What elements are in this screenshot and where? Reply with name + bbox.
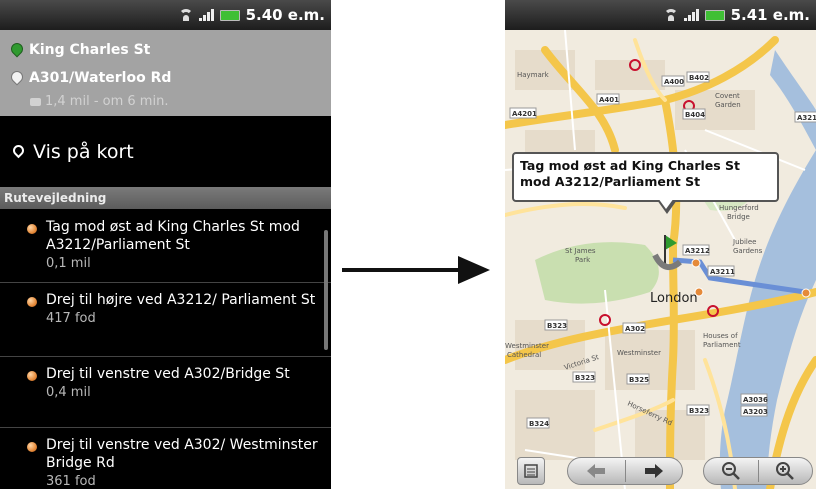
- signal-icon: [198, 9, 214, 21]
- scrollbar[interactable]: [324, 230, 328, 350]
- route-end-label: A301/Waterloo Rd: [29, 70, 172, 86]
- step-bullet-icon: [27, 224, 37, 234]
- step-text: Drej til højre ved A3212/ Parliament St: [46, 292, 316, 308]
- route-end: A301/Waterloo Rd: [10, 70, 171, 86]
- directions-list: Tag mod øst ad King Charles St mod A3212…: [0, 210, 331, 489]
- svg-text:Westminster: Westminster: [617, 349, 661, 357]
- svg-text:Hungerford: Hungerford: [719, 204, 759, 212]
- callout-text: Tag mod øst ad King Charles St mod A3212…: [520, 158, 741, 189]
- show-on-map-button[interactable]: Vis på kort: [0, 117, 331, 187]
- svg-text:Bridge: Bridge: [727, 213, 750, 221]
- map-canvas: A400 B402 A401 B404 A4201 A3212 A3211 A3…: [505, 30, 816, 489]
- zoom-out-button[interactable]: [704, 458, 758, 484]
- step-text: Drej til venstre ved A302/Bridge St: [46, 366, 290, 382]
- directions-section-header: Rutevejledning: [0, 187, 331, 209]
- car-icon: [30, 97, 41, 106]
- svg-text:A3211: A3211: [710, 268, 735, 276]
- end-pin-icon: [10, 71, 22, 86]
- previous-step-button[interactable]: [568, 458, 625, 484]
- zoom-controls: [703, 457, 813, 485]
- svg-text:B323: B323: [689, 407, 709, 415]
- svg-text:Garden: Garden: [715, 101, 741, 109]
- svg-text:A3203: A3203: [743, 408, 768, 416]
- route-meta: 1,4 mil - om 6 min.: [30, 94, 168, 109]
- arrow-right-icon: [644, 464, 663, 478]
- list-view-button[interactable]: [517, 457, 545, 485]
- direction-step[interactable]: Tag mod øst ad King Charles St mod A3212…: [0, 210, 331, 283]
- svg-text:Jubilee: Jubilee: [732, 238, 756, 246]
- directions-screen: 5.40 e.m. King Charles St A301/Waterloo …: [0, 0, 331, 489]
- svg-text:B402: B402: [689, 74, 709, 82]
- status-time: 5.40 e.m.: [245, 6, 325, 24]
- map-screen: 5.41 e.m. A400 B402 A401 B404 A4201 A321…: [505, 0, 816, 489]
- svg-text:B325: B325: [629, 376, 649, 384]
- map-view[interactable]: A400 B402 A401 B404 A4201 A3212 A3211 A3…: [505, 30, 816, 489]
- svg-text:St James: St James: [565, 247, 596, 255]
- svg-text:B323: B323: [575, 374, 595, 382]
- next-step-button[interactable]: [625, 458, 682, 484]
- route-start-label: King Charles St: [29, 42, 151, 58]
- svg-text:A4201: A4201: [512, 110, 537, 118]
- step-navigation: [567, 457, 683, 485]
- svg-text:Covent: Covent: [715, 92, 740, 100]
- battery-icon: [219, 9, 240, 21]
- svg-text:B323: B323: [547, 322, 567, 330]
- svg-text:Parliament: Parliament: [703, 341, 741, 349]
- callout-tail: [658, 198, 674, 209]
- svg-text:B324: B324: [529, 420, 549, 428]
- route-start: King Charles St: [10, 42, 150, 58]
- step-text: Drej til venstre ved A302/ Westminster B…: [46, 437, 318, 471]
- svg-text:London: London: [650, 291, 698, 306]
- svg-text:B404: B404: [685, 111, 705, 119]
- svg-text:A3036: A3036: [743, 396, 768, 404]
- svg-text:A302: A302: [625, 325, 645, 333]
- svg-text:A401: A401: [599, 96, 619, 104]
- zoom-in-icon: [776, 462, 795, 480]
- status-bar: 5.41 e.m.: [505, 0, 816, 30]
- step-bullet-icon: [27, 371, 37, 381]
- zoom-out-icon: [722, 462, 740, 480]
- list-icon: [524, 464, 538, 478]
- svg-text:Cathedral: Cathedral: [507, 351, 541, 359]
- direction-step[interactable]: Drej til venstre ved A302/Bridge St 0,4 …: [0, 357, 331, 428]
- route-step-callout[interactable]: Tag mod øst ad King Charles St mod A3212…: [512, 152, 779, 214]
- step-distance: 361 fod: [46, 474, 96, 489]
- svg-text:Westminster: Westminster: [505, 342, 549, 350]
- wifi-icon: [178, 9, 193, 21]
- map-pin-icon: [12, 144, 25, 161]
- signal-icon: [683, 9, 699, 21]
- step-bullet-icon: [27, 442, 37, 452]
- status-time: 5.41 e.m.: [730, 6, 810, 24]
- step-distance: 417 fod: [46, 311, 96, 326]
- step-distance: 0,1 mil: [46, 256, 91, 271]
- flow-arrow-icon: [342, 256, 490, 284]
- zoom-in-button[interactable]: [759, 458, 812, 484]
- svg-text:A321: A321: [797, 114, 816, 122]
- show-on-map-label: Vis på kort: [33, 141, 134, 163]
- arrow-left-icon: [587, 464, 606, 478]
- svg-text:Houses of: Houses of: [703, 332, 738, 340]
- route-meta-label: 1,4 mil - om 6 min.: [45, 94, 169, 109]
- svg-text:Haymark: Haymark: [517, 71, 550, 79]
- step-text: Tag mod øst ad King Charles St mod A3212…: [46, 219, 300, 253]
- start-pin-icon: [10, 43, 22, 58]
- route-summary[interactable]: King Charles St A301/Waterloo Rd 1,4 mil…: [0, 30, 331, 116]
- status-bar: 5.40 e.m.: [0, 0, 331, 30]
- svg-text:A400: A400: [664, 78, 684, 86]
- direction-step[interactable]: Drej til højre ved A3212/ Parliament St …: [0, 283, 331, 357]
- step-bullet-icon: [27, 297, 37, 307]
- battery-icon: [704, 9, 725, 21]
- step-distance: 0,4 mil: [46, 385, 91, 400]
- direction-step[interactable]: Drej til venstre ved A302/ Westminster B…: [0, 428, 331, 489]
- svg-text:A3212: A3212: [685, 247, 710, 255]
- svg-text:Gardens: Gardens: [733, 247, 763, 255]
- map-toolbar: [505, 453, 816, 489]
- svg-text:Park: Park: [575, 256, 591, 264]
- wifi-icon: [663, 9, 678, 21]
